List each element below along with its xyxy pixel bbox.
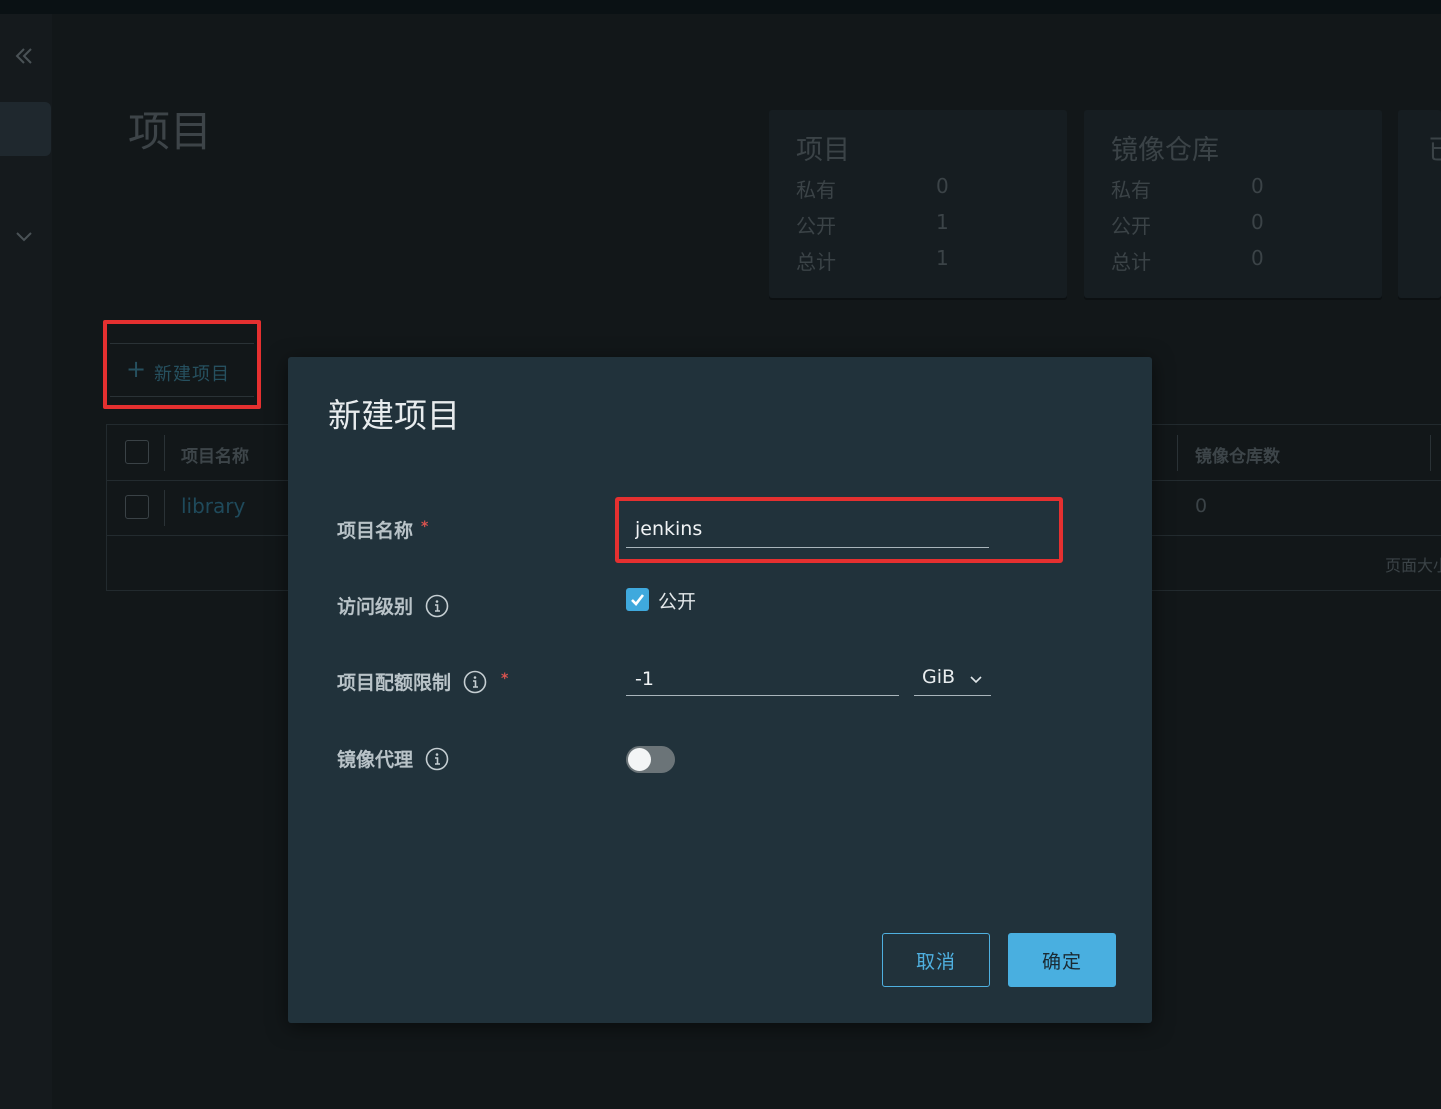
project-name-label-text: 项目名称 <box>337 520 414 542</box>
top-strip <box>0 0 1441 14</box>
info-icon[interactable] <box>425 747 449 771</box>
stat-card-partial: 已 <box>1398 110 1441 298</box>
stat-value: 0 <box>936 174 949 198</box>
quota-input[interactable] <box>626 662 899 695</box>
stat-label: 私有 <box>796 178 836 202</box>
quota-label-text: 项目配额限制 <box>337 672 452 694</box>
public-checkbox[interactable] <box>626 588 649 611</box>
proxy-cache-toggle[interactable] <box>626 746 675 773</box>
column-header-repo-count[interactable]: 镜像仓库数 <box>1195 442 1280 467</box>
double-chevron-left-icon[interactable] <box>12 44 36 68</box>
info-icon[interactable] <box>463 670 487 694</box>
column-separator <box>164 490 165 526</box>
required-mark: * <box>421 518 429 535</box>
row-checkbox[interactable] <box>125 495 149 519</box>
access-level-label-text: 访问级别 <box>337 596 414 618</box>
page-title: 项目 <box>128 107 213 156</box>
stat-label: 私有 <box>1111 178 1151 202</box>
stat-row-total: 总计 1 <box>796 246 1056 276</box>
dialog-title: 新建项目 <box>328 396 460 435</box>
proxy-cache-label: 镜像代理 <box>337 745 449 772</box>
public-checkbox-label[interactable]: 公开 <box>658 587 696 614</box>
new-project-dialog: 新建项目 项目名称 * 访问级别 项目配额限制 * 镜像代理 公开 <box>288 357 1152 1023</box>
stat-row-public: 公开 1 <box>796 210 1056 240</box>
quota-input-wrapper <box>626 662 899 696</box>
stat-card-projects: 项目 私有 0 公开 1 总计 1 <box>769 110 1067 298</box>
ok-button[interactable]: 确定 <box>1008 933 1116 987</box>
stat-card-repositories: 镜像仓库 私有 0 公开 0 总计 0 <box>1084 110 1382 298</box>
toggle-knob <box>628 748 651 771</box>
chevron-down-icon <box>969 672 983 691</box>
quota-unit-value: GiB <box>922 666 956 688</box>
proxy-cache-label-text: 镜像代理 <box>337 749 414 771</box>
annotation-highlight-box <box>615 497 1063 563</box>
select-all-checkbox[interactable] <box>125 440 149 464</box>
cancel-button[interactable]: 取消 <box>882 933 990 987</box>
stat-card-title: 镜像仓库 <box>1111 135 1219 166</box>
chevron-down-icon[interactable] <box>14 226 34 246</box>
stat-value: 1 <box>936 210 949 234</box>
column-separator <box>1430 435 1431 471</box>
stat-value: 0 <box>1251 246 1264 270</box>
stat-row-total: 总计 0 <box>1111 246 1371 276</box>
access-level-label: 访问级别 <box>337 592 449 619</box>
stat-value: 1 <box>936 246 949 270</box>
stat-label: 公开 <box>796 214 836 238</box>
stat-card-title: 项目 <box>796 135 850 166</box>
stat-label: 公开 <box>1111 214 1151 238</box>
info-icon[interactable] <box>425 594 449 618</box>
sidebar-active-item[interactable] <box>0 102 51 156</box>
stat-row-private: 私有 0 <box>796 174 1056 204</box>
quota-unit-select[interactable]: GiB <box>914 662 991 696</box>
required-mark: * <box>501 670 509 687</box>
stat-card-title: 已 <box>1428 128 1441 167</box>
quota-label: 项目配额限制 * <box>337 668 508 695</box>
stat-label: 总计 <box>1111 250 1151 274</box>
page-size-label: 页面大小 <box>1385 556 1441 575</box>
stat-row-public: 公开 0 <box>1111 210 1371 240</box>
stat-label: 总计 <box>796 250 836 274</box>
column-separator <box>164 435 165 471</box>
repo-count: 0 <box>1195 495 1208 517</box>
project-name-label: 项目名称 * <box>337 516 428 543</box>
sidebar <box>0 14 52 1109</box>
stat-row-private: 私有 0 <box>1111 174 1371 204</box>
stat-value: 0 <box>1251 210 1264 234</box>
project-link[interactable]: library <box>181 494 245 518</box>
stat-value: 0 <box>1251 174 1264 198</box>
column-header-name[interactable]: 项目名称 <box>181 442 249 467</box>
annotation-highlight-box <box>103 320 261 409</box>
column-separator <box>1177 435 1178 471</box>
